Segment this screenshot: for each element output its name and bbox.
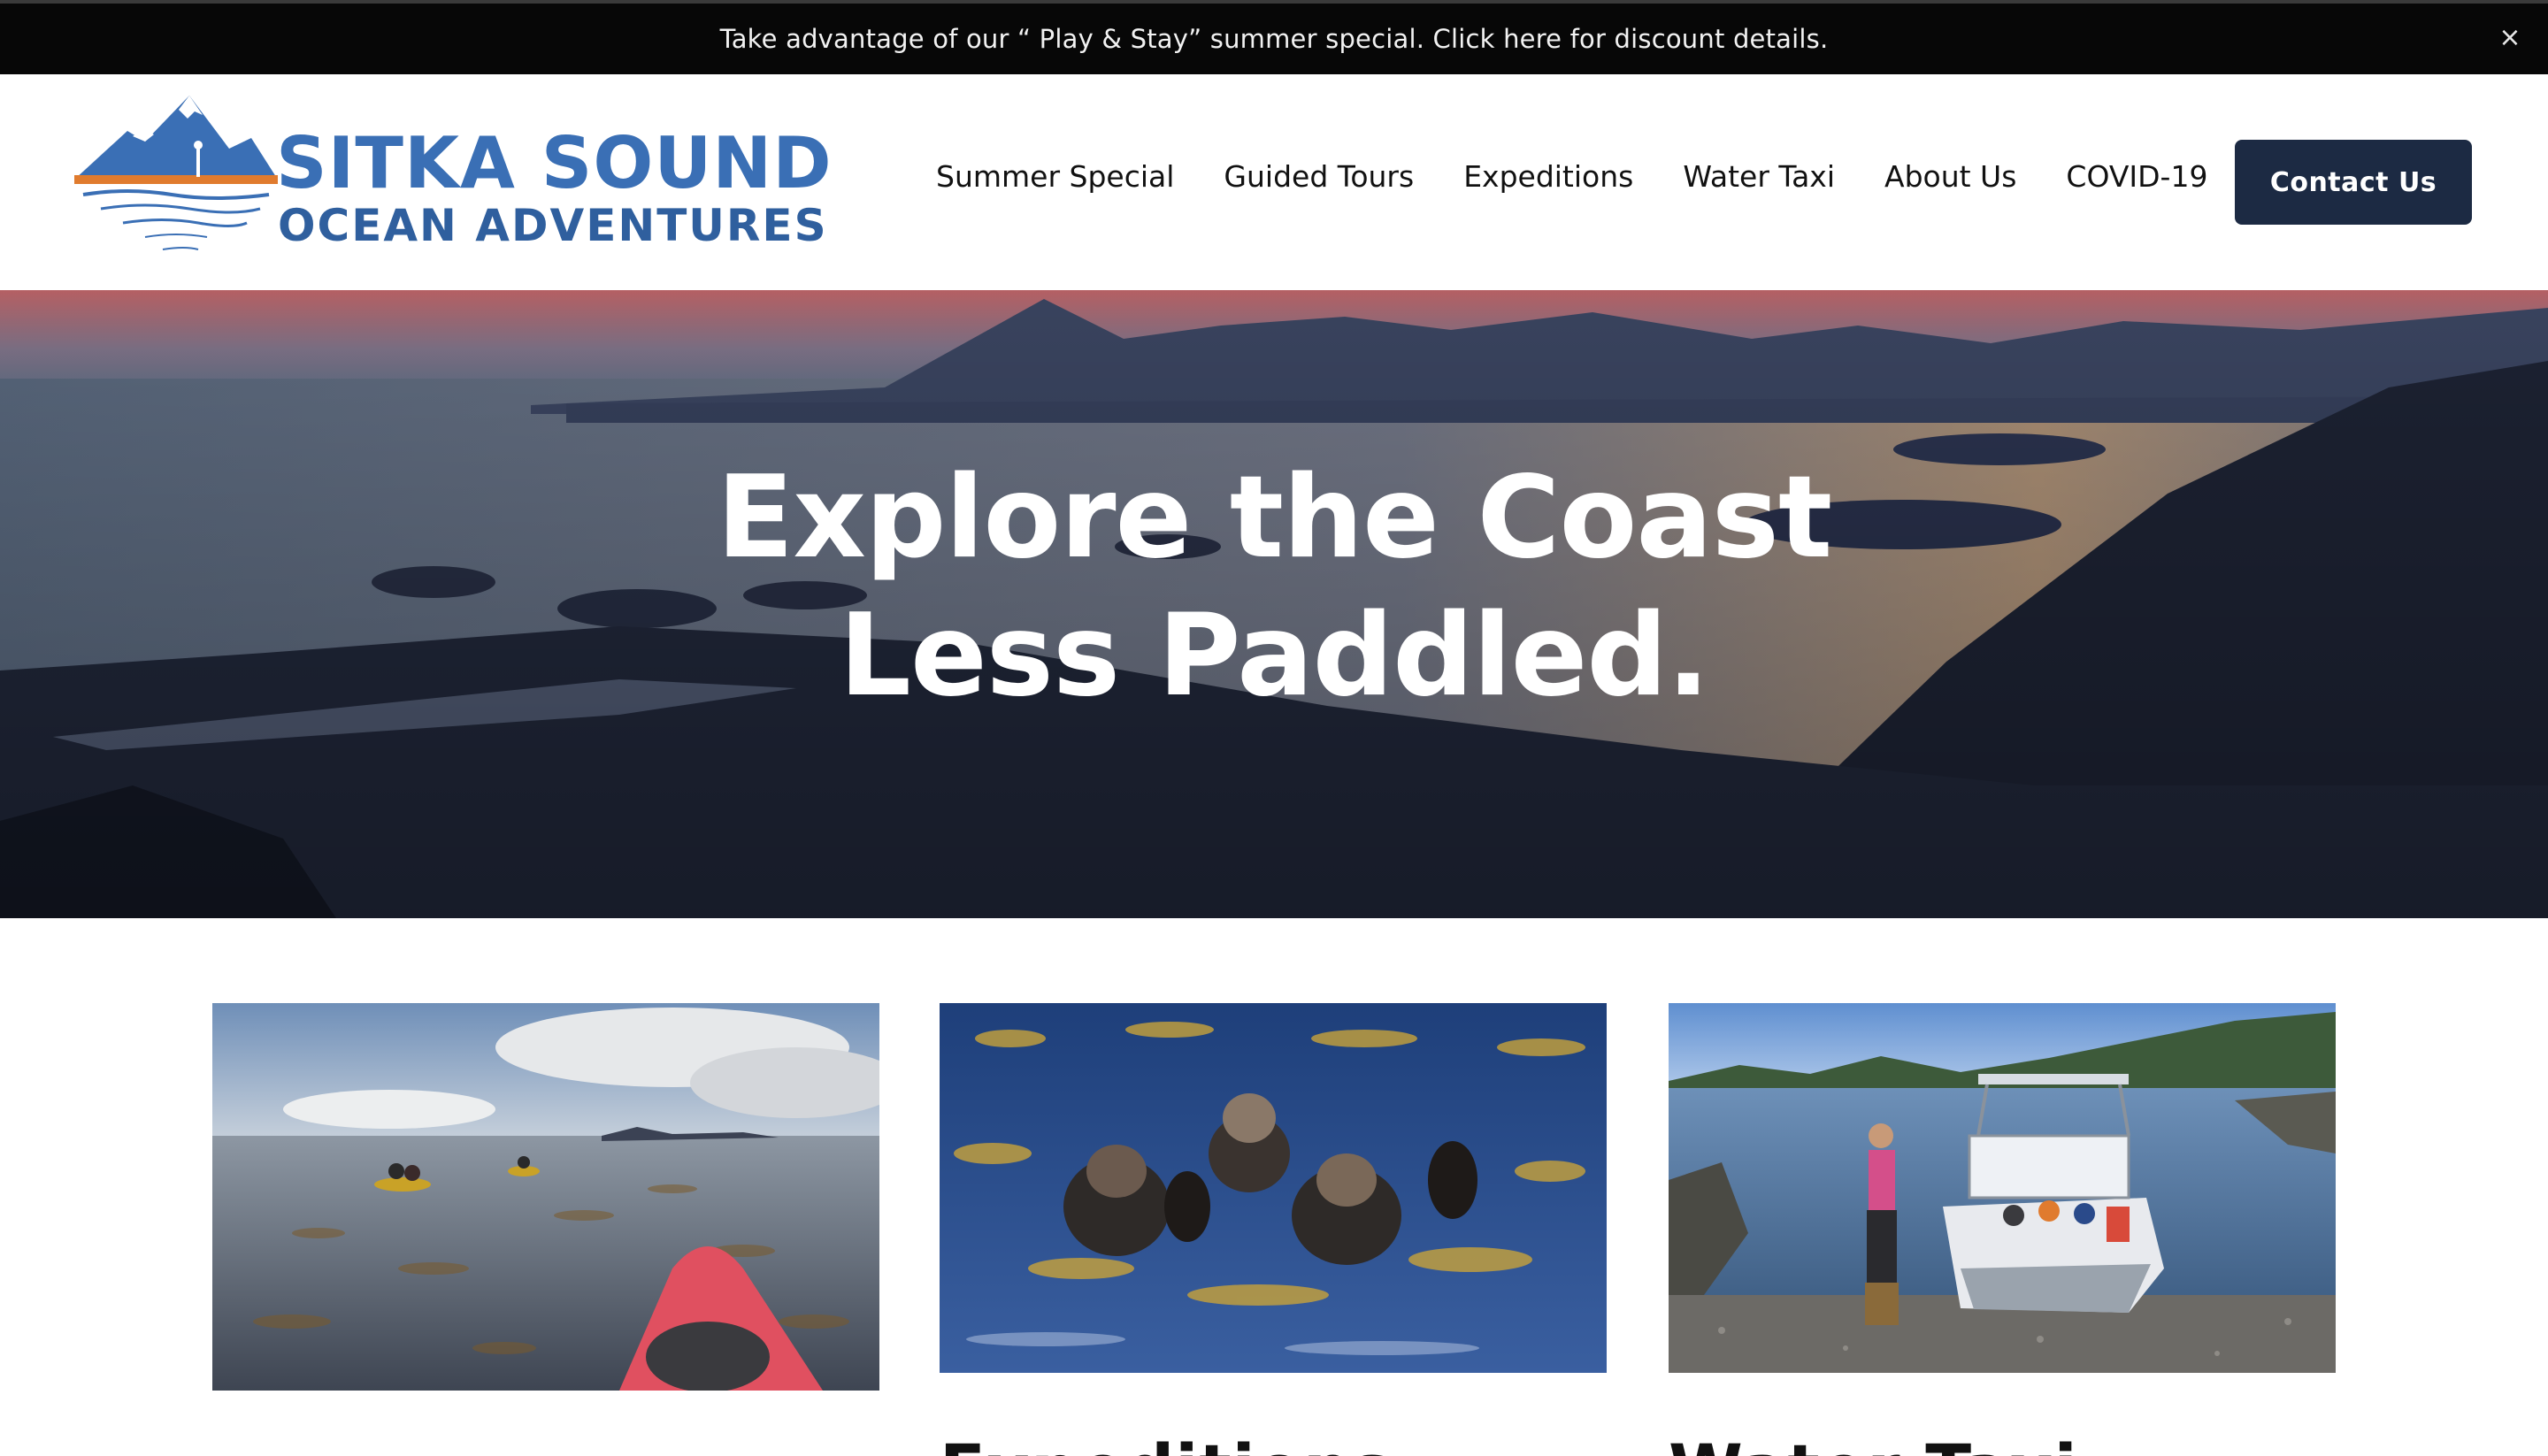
card-title-expeditions[interactable]: Expeditions [940, 1429, 1393, 1456]
nav-guided-tours[interactable]: Guided Tours [1224, 159, 1414, 195]
hero-banner: Explore the Coast Less Paddled. [0, 290, 2548, 918]
card-title-water-taxi[interactable]: Water Taxi [1669, 1429, 2078, 1456]
close-icon[interactable]: × [2495, 23, 2525, 53]
nav-expeditions[interactable]: Expeditions [1463, 159, 1633, 195]
card-image-guided-tours[interactable] [212, 1003, 879, 1391]
hero-headline-line2: Less Paddled. [839, 590, 1709, 722]
contact-us-button[interactable]: Contact Us [2235, 140, 2472, 225]
water-taxi-boat-photo [1669, 1003, 2336, 1373]
nav-water-taxi[interactable]: Water Taxi [1683, 159, 1835, 195]
nav-covid-19[interactable]: COVID-19 [2066, 159, 2207, 195]
sea-otters-photo [940, 1003, 1607, 1373]
logo-name-line2: OCEAN ADVENTURES [278, 200, 828, 251]
nav-about-us[interactable]: About Us [1884, 159, 2016, 195]
announcement-bar: Take advantage of our “ Play & Stay” sum… [0, 0, 2548, 74]
hero-headline: Explore the Coast Less Paddled. [0, 449, 2548, 725]
logo-mountain-icon [74, 96, 278, 250]
nav-summer-special[interactable]: Summer Special [936, 159, 1174, 195]
main-nav: Summer Special Guided Tours Expeditions … [936, 159, 2257, 195]
hero-headline-line1: Explore the Coast [716, 452, 1832, 584]
card-image-expeditions[interactable] [940, 1003, 1607, 1373]
kayakers-in-kelp-photo [212, 1003, 879, 1391]
announcement-link[interactable]: Take advantage of our “ Play & Stay” sum… [720, 24, 1829, 54]
logo-name-line1: SITKA SOUND [276, 122, 833, 204]
card-image-water-taxi[interactable] [1669, 1003, 2336, 1373]
logo[interactable]: SITKA SOUND OCEAN ADVENTURES [74, 96, 832, 264]
site-header: SITKA SOUND OCEAN ADVENTURES Summer Spec… [0, 74, 2548, 290]
